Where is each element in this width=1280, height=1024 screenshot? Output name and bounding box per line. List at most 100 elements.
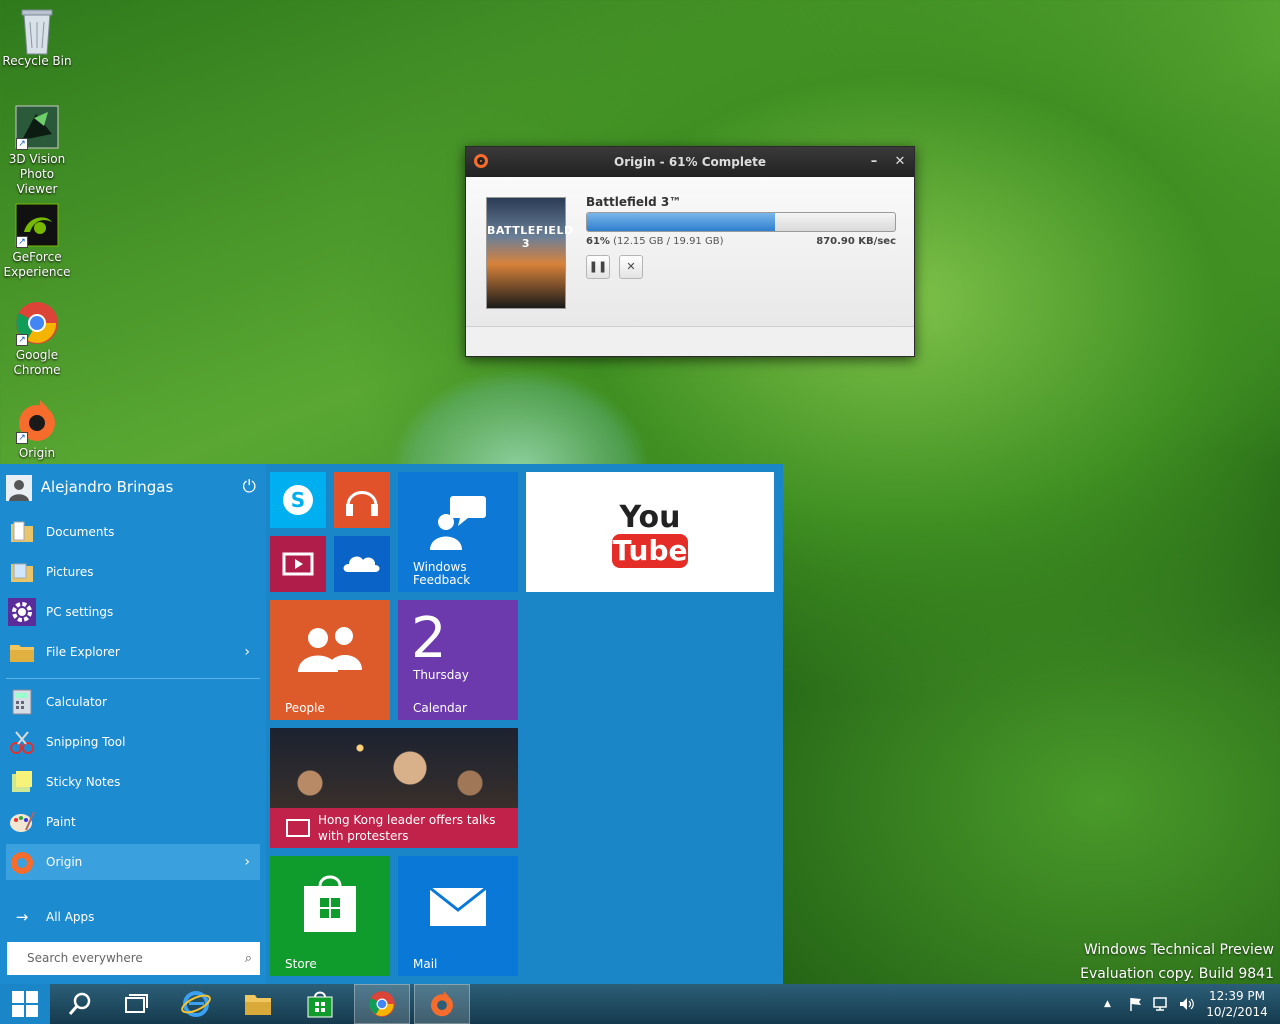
desktop-icon-origin[interactable]: ↗ Origin xyxy=(0,398,74,461)
action-center-flag-icon[interactable] xyxy=(1128,984,1146,1024)
desktop-icon-label: Recycle Bin xyxy=(2,54,72,68)
start-menu-left-pane: Alejandro Bringas ⏻ Documents Pictures P… xyxy=(0,464,266,984)
volume-icon[interactable] xyxy=(1178,984,1198,1024)
shortcut-arrow-icon: ↗ xyxy=(16,334,28,346)
shortcut-arrow-icon: ↗ xyxy=(16,432,28,444)
tile-skype[interactable]: S xyxy=(270,472,326,528)
clock-date: 10/2/2014 xyxy=(1206,1005,1268,1019)
search-icon: ⌕ xyxy=(244,951,252,966)
desktop-icon-3d-vision[interactable]: ↗ 3D Vision Photo Viewer xyxy=(0,104,74,197)
chrome-icon xyxy=(369,991,395,1017)
mail-envelope-icon xyxy=(429,886,487,926)
task-view-button[interactable] xyxy=(108,984,164,1024)
recycle-bin-icon xyxy=(14,6,60,55)
menu-item-label: File Explorer xyxy=(46,645,120,659)
watermark-line1: Windows Technical Preview xyxy=(1083,942,1274,958)
minimize-button[interactable]: – xyxy=(864,152,884,172)
download-progress-bar xyxy=(586,212,896,232)
search-input[interactable]: Search everywhere ⌕ xyxy=(7,942,260,975)
menu-item-label: Calculator xyxy=(46,695,107,709)
tile-windows-feedback[interactable]: Windows Feedback xyxy=(398,472,518,592)
folder-icon xyxy=(245,995,271,1015)
tile-youtube[interactable]: You Tube xyxy=(526,472,774,592)
search-icon xyxy=(68,992,91,1015)
network-icon[interactable] xyxy=(1152,984,1172,1024)
window-titlebar[interactable]: Origin - 61% Complete – ✕ xyxy=(466,147,914,177)
tile-people[interactable]: People xyxy=(270,600,390,720)
tile-news[interactable]: Hong Kong leader offers talks with prote… xyxy=(270,728,518,848)
arrow-right-icon: → xyxy=(15,908,29,926)
taskbar-internet-explorer[interactable] xyxy=(168,984,224,1024)
tray-show-hidden-icons[interactable]: ▲ xyxy=(1104,984,1120,1024)
all-apps-button[interactable]: → All Apps xyxy=(6,899,260,935)
desktop-icon-geforce[interactable]: ↗ GeForce Experience xyxy=(0,202,74,280)
progress-text: 61% (12.15 GB / 19.91 GB) xyxy=(586,236,724,247)
calendar-day: 2 xyxy=(411,606,447,671)
game-title: Battlefield 3™ xyxy=(586,195,682,209)
menu-item-label: Snipping Tool xyxy=(46,735,126,749)
progress-percent: 61% xyxy=(586,236,610,247)
taskbar-search-button[interactable] xyxy=(52,984,108,1024)
user-account[interactable]: Alejandro Bringas ⏻ xyxy=(6,472,258,502)
calculator-icon xyxy=(8,688,36,716)
cover-text: BATTLEFIELD 3 xyxy=(487,224,574,250)
menu-item-label: Pictures xyxy=(46,565,94,579)
origin-icon: ↗ xyxy=(14,398,60,444)
menu-item-label: PC settings xyxy=(46,605,114,619)
close-button[interactable]: ✕ xyxy=(890,152,910,172)
3d-vision-icon: ↗ xyxy=(14,104,60,150)
menu-item-paint[interactable]: Paint xyxy=(6,804,260,840)
menu-item-file-explorer[interactable]: File Explorer › xyxy=(6,634,260,670)
tile-video[interactable] xyxy=(270,536,326,592)
gear-icon xyxy=(8,598,36,626)
all-apps-label: All Apps xyxy=(46,910,95,924)
windows-logo-icon xyxy=(12,991,38,1017)
pictures-folder-icon xyxy=(8,558,36,586)
paint-palette-icon xyxy=(8,808,36,836)
desktop-icon-recycle-bin[interactable]: Recycle Bin xyxy=(0,6,74,69)
user-name: Alejandro Bringas xyxy=(40,478,174,496)
power-icon[interactable]: ⏻ xyxy=(243,472,256,502)
tile-mail[interactable]: Mail xyxy=(398,856,518,976)
menu-item-label: Origin xyxy=(46,855,83,869)
watermark-line2: Evaluation copy. Build 9841 xyxy=(1080,966,1274,982)
menu-item-label: Sticky Notes xyxy=(46,775,121,789)
window-title: Origin - 61% Complete xyxy=(614,155,766,169)
desktop-icon-chrome[interactable]: ↗ Google Chrome xyxy=(0,300,74,378)
chevron-right-icon[interactable]: › xyxy=(244,844,250,880)
menu-item-label: Documents xyxy=(46,525,115,539)
tile-label: People xyxy=(285,701,325,715)
menu-item-sticky-notes[interactable]: Sticky Notes xyxy=(6,764,260,800)
start-button[interactable] xyxy=(0,984,50,1024)
cancel-button[interactable]: ✕ xyxy=(619,255,643,279)
store-bag-icon xyxy=(307,991,333,1018)
tile-music[interactable] xyxy=(334,472,390,528)
menu-item-calculator[interactable]: Calculator xyxy=(6,684,260,720)
tile-store[interactable]: Store xyxy=(270,856,390,976)
taskbar-file-explorer[interactable] xyxy=(230,984,286,1024)
origin-download-window: Origin - 61% Complete – ✕ BATTLEFIELD 3 … xyxy=(465,146,915,357)
taskbar-origin[interactable] xyxy=(414,984,470,1024)
store-bag-icon xyxy=(304,875,356,932)
menu-item-origin[interactable]: Origin › xyxy=(6,844,260,880)
tile-calendar[interactable]: 2 Thursday Calendar xyxy=(398,600,518,720)
pause-button[interactable]: ❚❚ xyxy=(586,255,610,279)
news-photo xyxy=(270,728,518,808)
menu-item-pictures[interactable]: Pictures xyxy=(6,554,260,590)
menu-item-documents[interactable]: Documents xyxy=(6,514,260,550)
news-icon xyxy=(286,819,310,837)
menu-item-label: Paint xyxy=(46,815,76,829)
taskbar-chrome[interactable] xyxy=(354,984,410,1024)
sticky-notes-icon xyxy=(8,768,36,796)
taskbar-store[interactable] xyxy=(292,984,348,1024)
menu-item-snipping-tool[interactable]: Snipping Tool xyxy=(6,724,260,760)
shortcut-arrow-icon: ↗ xyxy=(16,236,28,248)
desktop-icon-label: Google Chrome xyxy=(13,348,61,377)
news-headline: Hong Kong leader offers talks with prote… xyxy=(318,813,496,843)
origin-icon xyxy=(8,848,36,876)
clock[interactable]: 12:39 PM 10/2/2014 xyxy=(1198,984,1276,1024)
avatar-icon xyxy=(6,474,32,501)
tile-onedrive[interactable] xyxy=(334,536,390,592)
menu-item-pc-settings[interactable]: PC settings xyxy=(6,594,260,630)
chevron-right-icon[interactable]: › xyxy=(244,634,250,670)
